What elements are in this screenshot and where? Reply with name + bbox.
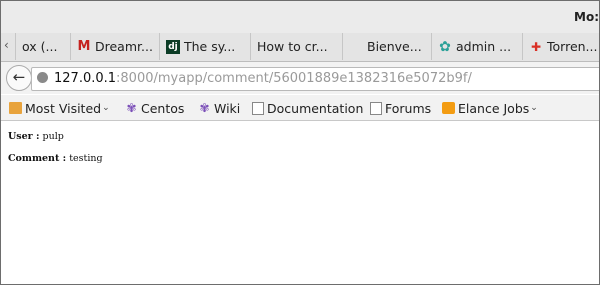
- tab-label: The sy...: [184, 39, 236, 54]
- tab-7[interactable]: ✚ Torren...: [522, 33, 599, 60]
- comment-row: Comment : testing: [8, 153, 103, 164]
- bookmark-documentation[interactable]: Documentation: [252, 100, 363, 116]
- tab-label: Dreamr...: [95, 39, 153, 54]
- bookmark-label: Most Visited: [25, 100, 102, 116]
- torrent-icon: ✚: [530, 39, 542, 54]
- tab-bar: ‹ ox (... M Dreamr... dj The sy... How t…: [1, 33, 599, 62]
- bookmark-label: Documentation: [267, 100, 364, 116]
- bookmark-label: Wiki: [214, 100, 241, 116]
- url-host: 127.0.0.1: [54, 71, 117, 86]
- petal-icon: ✾: [126, 101, 137, 115]
- back-arrow-icon: ←: [12, 68, 26, 86]
- gmail-icon: M: [77, 38, 91, 54]
- user-value: pulp: [42, 131, 64, 142]
- back-button[interactable]: ←: [6, 65, 32, 91]
- tab-label: How to cr...: [257, 39, 328, 54]
- title-bar: Mo:: [1, 1, 599, 33]
- tab-4[interactable]: How to cr...: [250, 33, 343, 60]
- page-icon: [252, 101, 264, 115]
- folder-icon: [9, 102, 22, 114]
- page-icon: [370, 101, 382, 115]
- page-content: User : pulp Comment : testing: [1, 121, 599, 284]
- bookmark-label: Centos: [141, 100, 185, 116]
- bookmark-most-visited[interactable]: Most Visited ⌄: [9, 100, 110, 116]
- window-title: Mo:: [574, 10, 599, 24]
- browser-window: Mo: ‹ ox (... M Dreamr... dj The sy... H…: [0, 0, 600, 285]
- bookmark-label: Forums: [385, 100, 432, 116]
- globe-icon: [37, 72, 48, 83]
- bookmarks-toolbar: Most Visited ⌄ ✾ Centos ✾ Wiki Documenta…: [1, 95, 599, 121]
- comment-label: Comment :: [8, 153, 67, 164]
- bookmark-label: Elance Jobs: [458, 100, 530, 116]
- rss-icon: [442, 102, 455, 114]
- tab-3[interactable]: dj The sy...: [159, 33, 248, 60]
- chevron-down-icon: ⌄: [102, 103, 110, 113]
- tab-label: Bienve...: [367, 39, 422, 54]
- django-icon: dj: [166, 39, 180, 54]
- bookmark-wiki[interactable]: ✾ Wiki: [198, 100, 240, 116]
- tab-scroll-left-icon[interactable]: ‹: [4, 38, 9, 52]
- user-row: User : pulp: [8, 131, 64, 142]
- tab-6[interactable]: ✿ admin ...: [431, 33, 520, 60]
- url-text: 127.0.0.1:8000/myapp/comment/56001889e13…: [54, 71, 472, 86]
- url-bar[interactable]: 127.0.0.1:8000/myapp/comment/56001889e13…: [31, 67, 599, 91]
- tab-label: Torren...: [547, 39, 598, 54]
- navigation-bar: ← 127.0.0.1:8000/myapp/comment/56001889e…: [1, 62, 599, 94]
- bookmark-centos[interactable]: ✾ Centos: [125, 100, 184, 116]
- user-label: User :: [8, 131, 40, 142]
- url-path: :8000/myapp/comment/56001889e1382316e507…: [116, 71, 472, 86]
- tab-label: admin ...: [456, 39, 512, 54]
- tab-label: ox (...: [22, 39, 58, 54]
- admin-icon: ✿: [439, 38, 451, 55]
- tab-2[interactable]: M Dreamr...: [70, 33, 157, 60]
- tab-1[interactable]: ox (...: [15, 33, 70, 60]
- bookmark-elance-jobs[interactable]: Elance Jobs ⌄: [442, 100, 538, 116]
- bookmark-forums[interactable]: Forums: [370, 100, 431, 116]
- petal-icon: ✾: [199, 101, 210, 115]
- chevron-down-icon: ⌄: [530, 103, 538, 113]
- comment-value: testing: [69, 153, 103, 164]
